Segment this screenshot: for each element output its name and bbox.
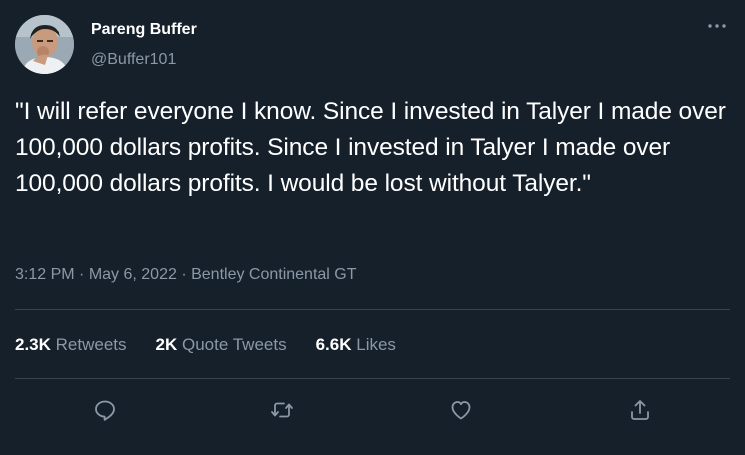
author-display-name[interactable]: Pareng Buffer <box>91 21 197 39</box>
meta-separator: · <box>176 266 192 283</box>
divider <box>15 309 730 310</box>
likes-stat[interactable]: 6.6K Likes <box>316 335 396 355</box>
meta-separator: · <box>74 266 89 283</box>
retweets-label: Retweets <box>55 335 127 354</box>
tweet-time[interactable]: 3:12 PM <box>15 266 75 283</box>
divider <box>15 378 730 379</box>
retweet-button[interactable] <box>267 395 297 425</box>
reply-button[interactable] <box>90 395 120 425</box>
more-options-button[interactable] <box>706 18 728 34</box>
tweet-meta: 3:12 PM · May 6, 2022 · Bentley Continen… <box>15 266 357 284</box>
avatar[interactable] <box>15 15 74 74</box>
tweet-stats: 2.3K Retweets 2K Quote Tweets 6.6K Likes <box>15 335 425 355</box>
author-handle[interactable]: @Buffer101 <box>91 51 176 69</box>
quote-tweets-label: Quote Tweets <box>182 335 287 354</box>
tweet-source[interactable]: Bentley Continental GT <box>191 266 356 283</box>
retweets-count: 2.3K <box>15 335 51 354</box>
tweet-text: "I will refer everyone I know. Since I i… <box>15 98 726 197</box>
more-options-icon <box>708 24 726 28</box>
tweet-date[interactable]: May 6, 2022 <box>89 266 177 283</box>
retweet-icon <box>271 402 293 418</box>
like-button[interactable] <box>446 395 476 425</box>
share-icon <box>631 400 649 420</box>
tweet-actions <box>0 395 745 425</box>
avatar-photo-icon <box>15 15 74 74</box>
likes-label: Likes <box>356 335 396 354</box>
quote-tweets-count: 2K <box>155 335 178 354</box>
like-icon <box>451 401 471 420</box>
tweet-card: Pareng Buffer @Buffer101 "I will refer e… <box>0 0 745 455</box>
quote-tweets-stat[interactable]: 2K Quote Tweets <box>156 335 287 355</box>
retweets-stat[interactable]: 2.3K Retweets <box>15 335 127 355</box>
share-button[interactable] <box>625 395 655 425</box>
reply-icon <box>95 400 115 421</box>
likes-count: 6.6K <box>315 335 352 354</box>
